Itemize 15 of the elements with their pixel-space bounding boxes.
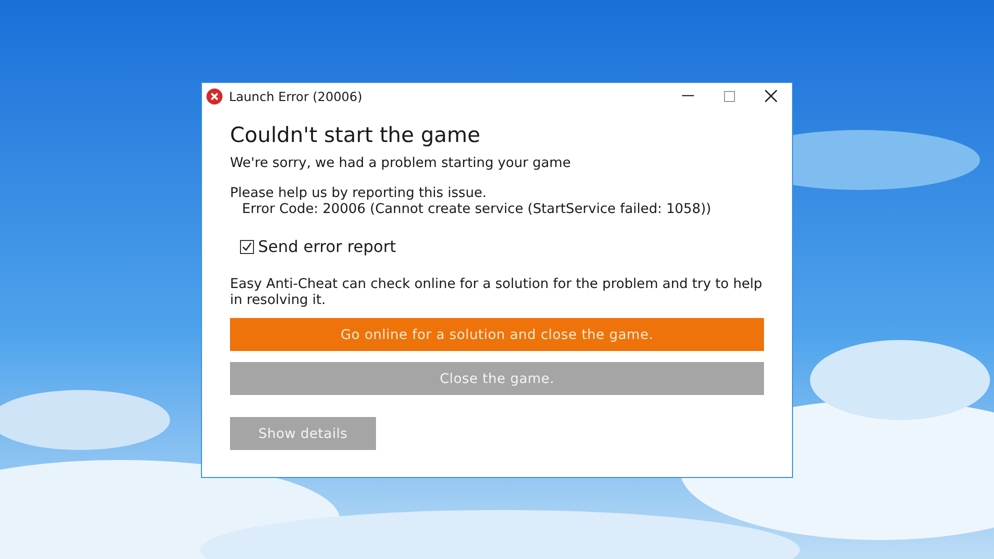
error-icon [206,88,223,104]
checkbox-label: Send error report [258,237,396,256]
minimize-icon[interactable] [682,95,694,97]
maximize-icon[interactable] [724,90,735,102]
go-online-button[interactable]: Go online for a solution and close the game. [230,318,764,351]
report-prompt: Please help us by reporting this issue. [230,185,487,201]
checkbox[interactable] [240,240,254,254]
dialog-heading: Couldn't start the game [230,123,482,147]
error-code: Error Code: 20006 (Cannot create service (StartService failed: 1058)) [242,201,712,217]
info-text: Easy Anti-Cheat can check online for a solution for the problem and try to help in resolving it. [230,276,764,308]
close-game-button[interactable]: Close the game. [230,362,764,395]
window-title: Launch Error (20006) [229,88,362,104]
dialog-subtitle: We're sorry, we had a problem starting your game [230,155,571,171]
close-icon[interactable] [765,90,777,102]
show-details-button[interactable]: Show details [230,417,376,450]
